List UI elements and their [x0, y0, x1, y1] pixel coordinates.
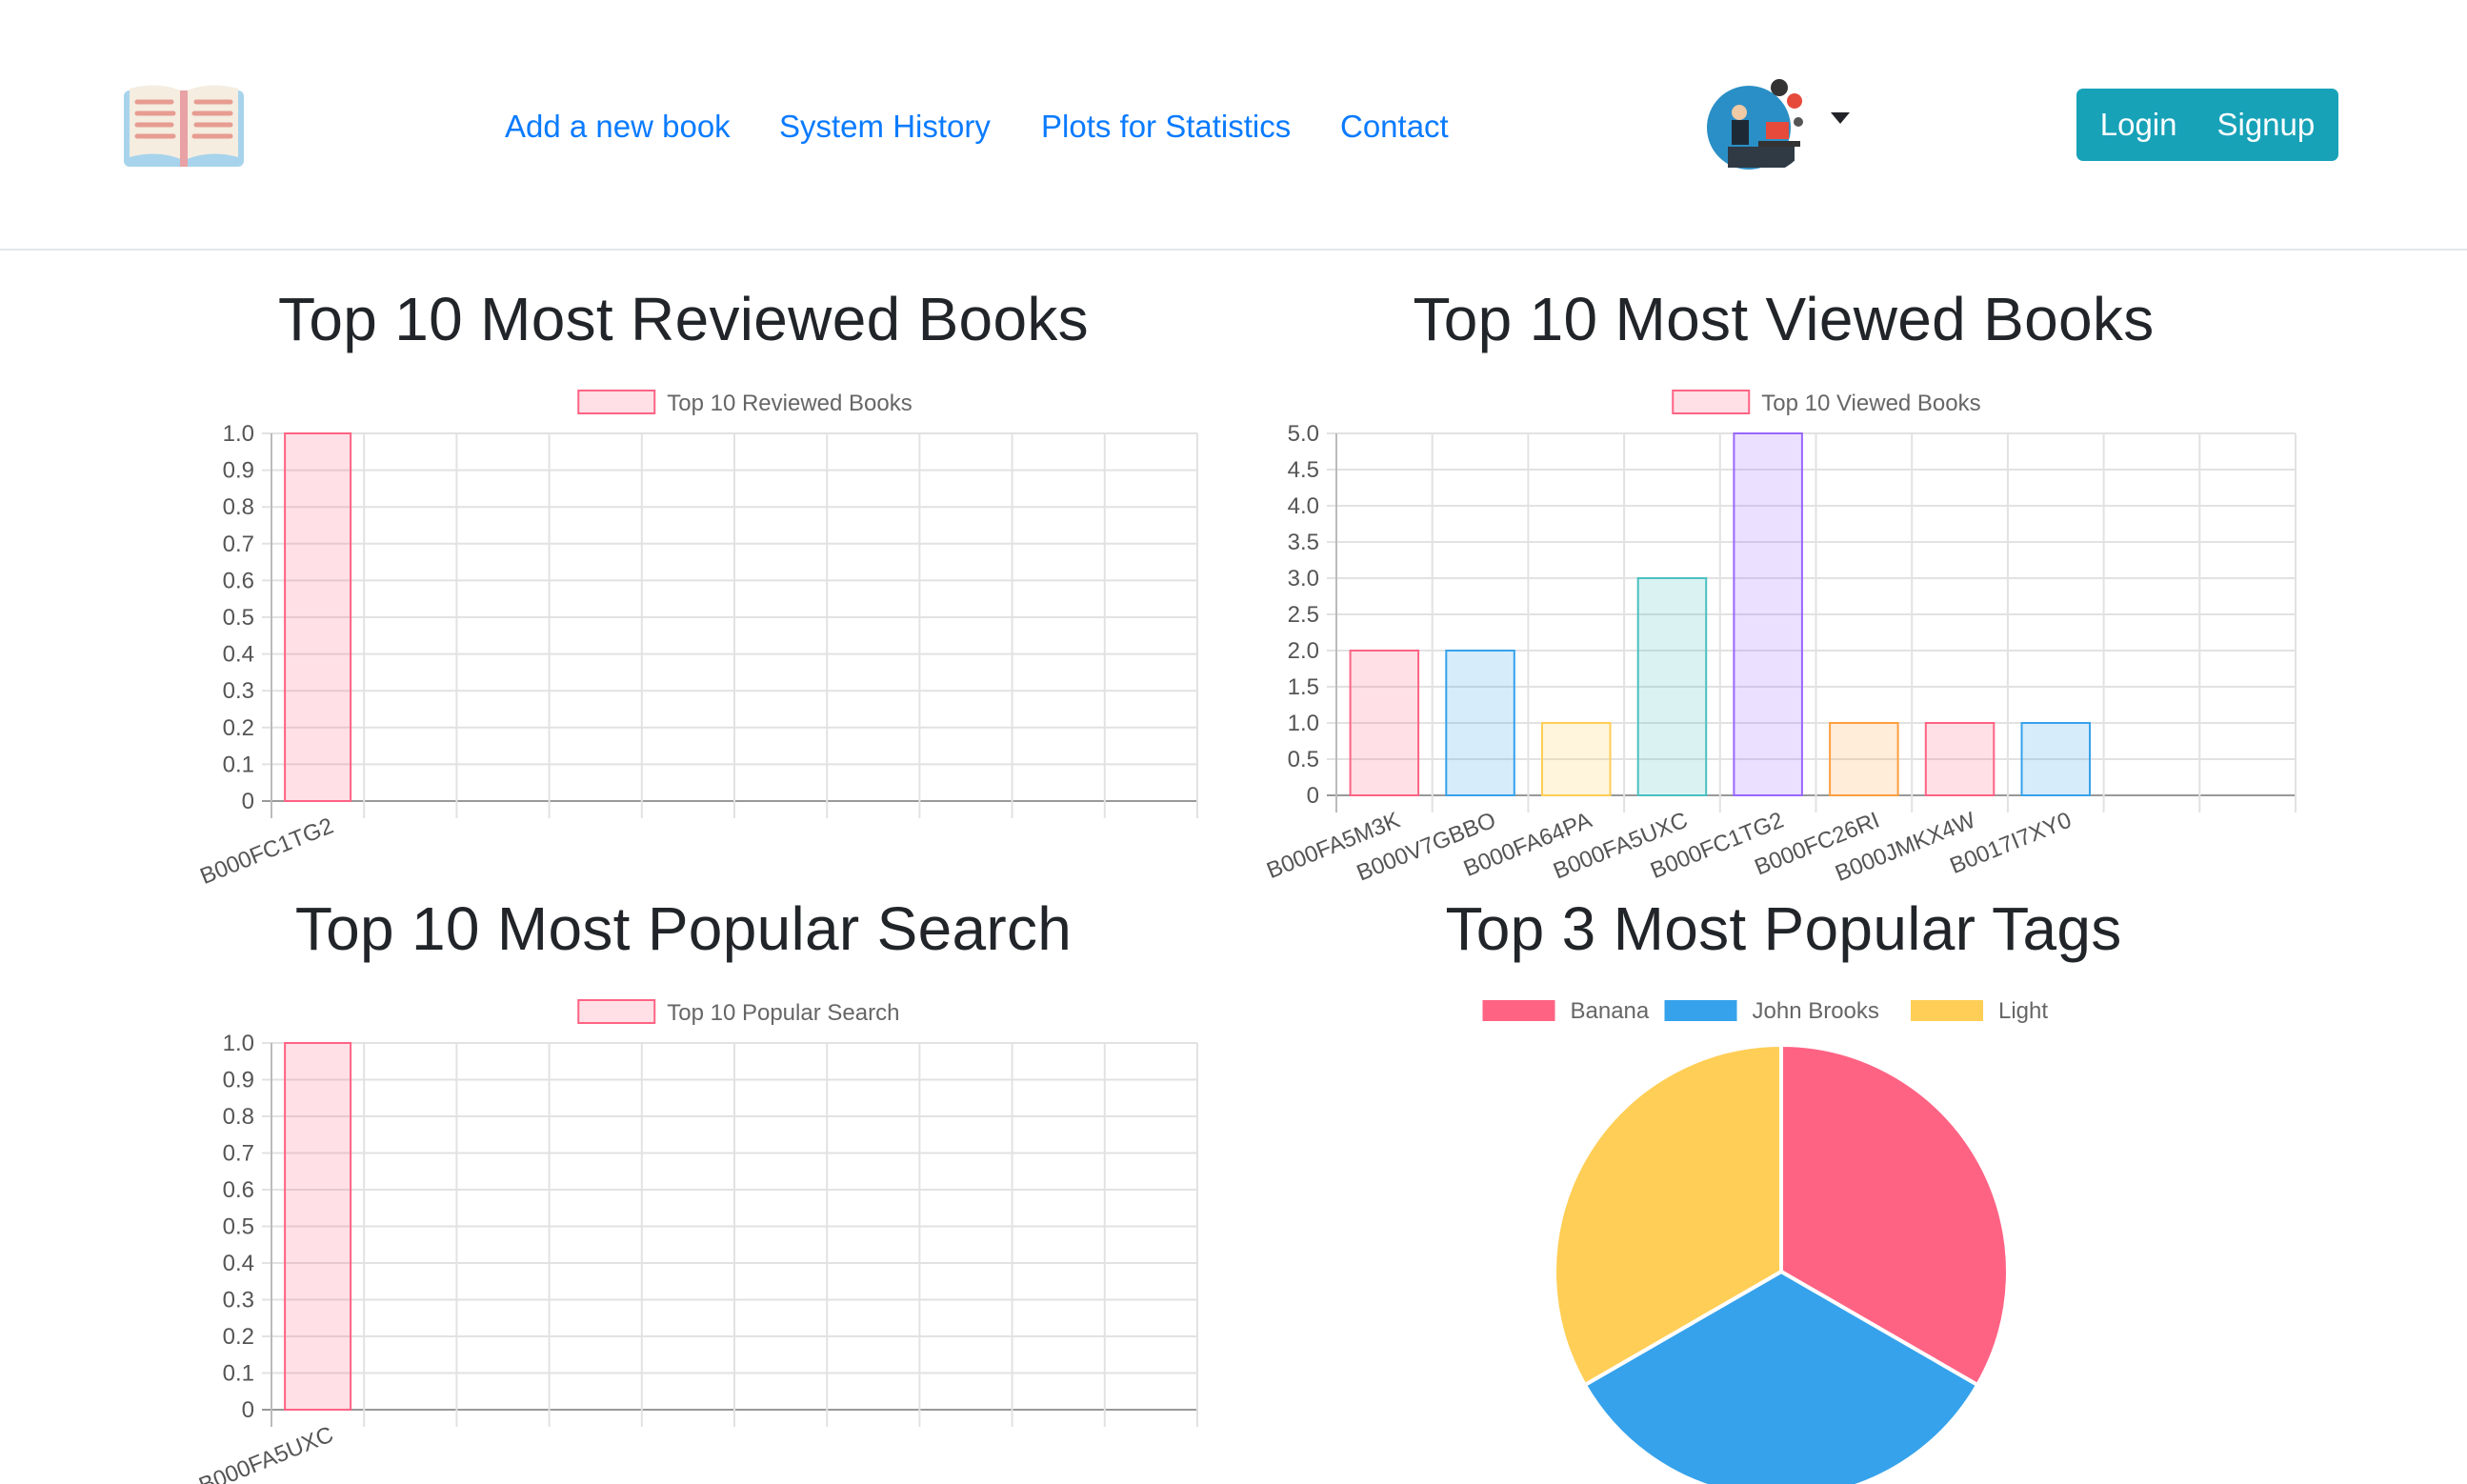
- reviewed-bar: [284, 432, 352, 802]
- search-x-tick-label: B000FA5UXC: [195, 1422, 337, 1484]
- viewed-y-tick-label: 2.5: [1288, 602, 1319, 628]
- reviewed-y-tick-label: 0.3: [223, 678, 254, 704]
- viewed-bar: [1541, 722, 1612, 796]
- search-y-tick-label: 0.6: [223, 1177, 254, 1203]
- reviewed-y-tick-label: 0.6: [223, 568, 254, 593]
- search-y-tick-label: 0: [242, 1397, 254, 1423]
- reviewed-y-tick-label: 0.1: [223, 752, 254, 777]
- viewed-bar: [1829, 722, 1899, 796]
- tags-legend-swatch: [1482, 1000, 1555, 1021]
- search-y-tick-label: 0.2: [223, 1324, 254, 1350]
- search-legend-swatch: [577, 999, 656, 1024]
- viewed-bar: [1445, 650, 1515, 796]
- viewed-bar: [1636, 577, 1708, 796]
- viewed-y-tick-label: 3.5: [1288, 530, 1319, 555]
- tags-legend-swatch: [1664, 1000, 1737, 1021]
- search-y-tick-label: 0.8: [223, 1104, 254, 1130]
- search-y-tick-label: 0.1: [223, 1361, 254, 1387]
- viewed-bar: [2020, 722, 2091, 796]
- viewed-y-tick-label: 0.5: [1288, 747, 1319, 772]
- viewed-y-tick-label: 4.5: [1288, 457, 1319, 483]
- reviewed-y-tick-label: 0.7: [223, 531, 254, 557]
- viewed-legend-swatch: [1672, 390, 1751, 414]
- viewed-bar: [1349, 650, 1420, 796]
- search-y-tick-label: 0.3: [223, 1288, 254, 1314]
- search-y-tick-label: 1.0: [223, 1031, 254, 1056]
- search-y-tick-label: 0.7: [223, 1141, 254, 1167]
- tags-chart-group: Banana John Brooks Light: [1482, 998, 2048, 1484]
- search-y-tick-label: 0.4: [223, 1251, 254, 1276]
- tags-legend-swatch: [1911, 1000, 1983, 1021]
- statistics-page: Add a new book System History Plots for …: [0, 0, 2467, 1484]
- viewed-y-tick-label: 3.0: [1288, 566, 1319, 592]
- tags-legend-label: John Brooks: [1753, 998, 1879, 1024]
- viewed-chart-group: Top 10 Viewed Books 5.0 4.5 4.0 3.5 3.0 2.5 2.0…: [1263, 390, 2297, 887]
- reviewed-y-tick-label: 0.4: [223, 642, 254, 668]
- viewed-legend-label: Top 10 Viewed Books: [1761, 391, 1980, 416]
- reviewed-bar-chart: Top 10 Reviewed Books 1.0 0.9 0.8 0.7 0.6 0.5 0…: [195, 390, 2297, 1484]
- viewed-y-tick-label: 1.5: [1288, 674, 1319, 700]
- viewed-bar: [1924, 722, 1996, 796]
- reviewed-y-tick-label: 0.5: [223, 605, 254, 631]
- search-y-tick-label: 0.5: [223, 1214, 254, 1240]
- viewed-y-tick-label: 4.0: [1288, 493, 1319, 519]
- reviewed-y-tick-label: 1.0: [223, 421, 254, 447]
- reviewed-chart-group: Top 10 Reviewed Books 1.0 0.9 0.8 0.7 0.6 0.5 0…: [196, 390, 1198, 891]
- viewed-bar: [1733, 432, 1803, 796]
- viewed-y-tick-label: 0: [1307, 783, 1319, 809]
- reviewed-legend-label: Top 10 Reviewed Books: [667, 391, 912, 416]
- search-bar: [284, 1042, 352, 1411]
- reviewed-y-tick-label: 0.2: [223, 715, 254, 741]
- viewed-y-tick-label: 2.0: [1288, 638, 1319, 664]
- tags-legend-label: Light: [1998, 998, 2048, 1024]
- reviewed-y-tick-label: 0.8: [223, 494, 254, 520]
- search-y-tick-label: 0.9: [223, 1068, 254, 1093]
- reviewed-y-tick-label: 0: [242, 789, 254, 814]
- tags-legend-label: Banana: [1571, 998, 1650, 1024]
- search-legend-label: Top 10 Popular Search: [667, 1000, 899, 1026]
- reviewed-x-tick-label: B000FC1TG2: [196, 813, 336, 891]
- reviewed-y-tick-label: 0.9: [223, 458, 254, 484]
- reviewed-legend-swatch: [577, 390, 656, 414]
- viewed-y-tick-label: 5.0: [1288, 421, 1319, 447]
- search-chart-group: Top 10 Popular Search 1.0 0.9 0.8 0.7 0.6 0.5 0…: [195, 999, 1198, 1484]
- viewed-y-tick-label: 1.0: [1288, 711, 1319, 736]
